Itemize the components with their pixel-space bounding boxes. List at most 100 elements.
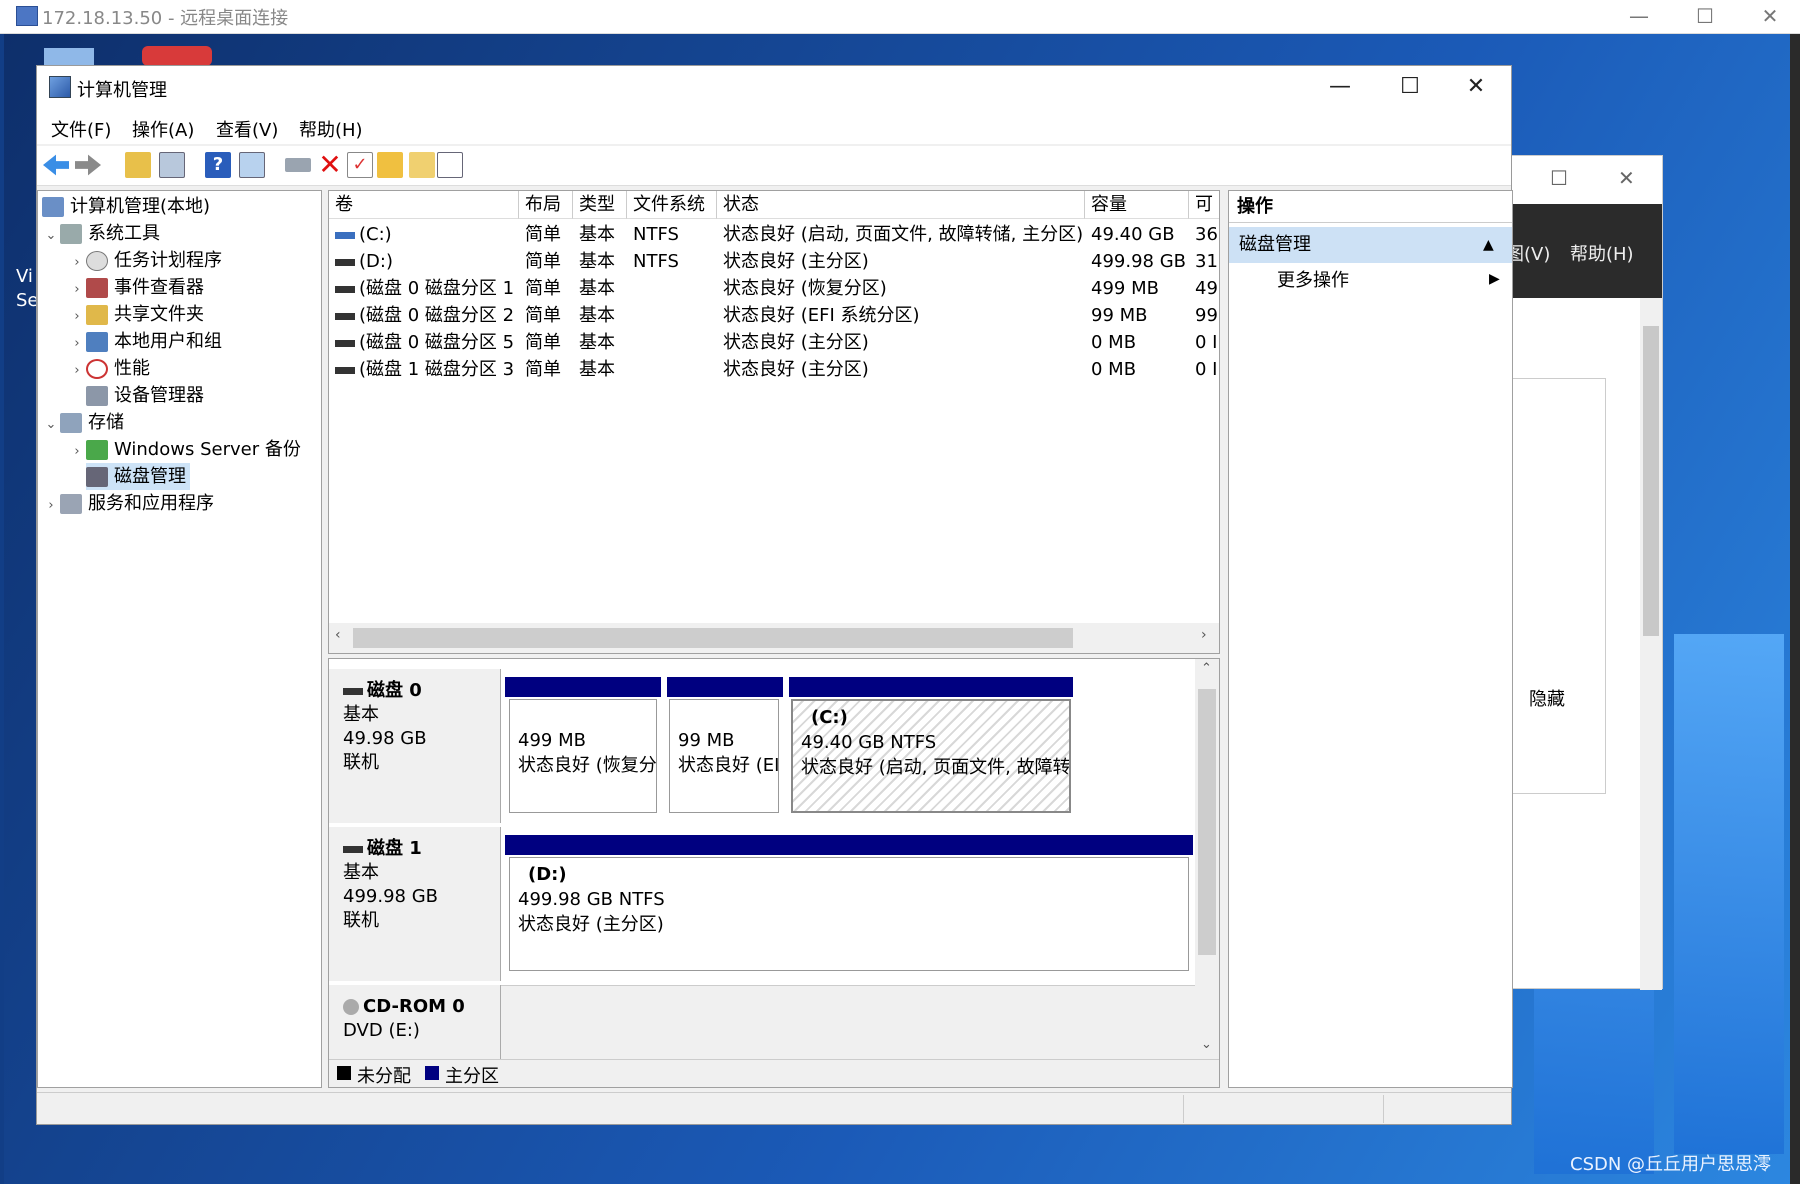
show-hide-tree-icon[interactable] (159, 152, 185, 178)
partition-label: (C:) (811, 707, 848, 728)
column-header-free[interactable]: 可 (1189, 191, 1219, 219)
column-header-status[interactable]: 状态 (717, 191, 1085, 219)
disk-1-label[interactable]: 磁盘 1 基本 499.98 GB 联机 (329, 827, 501, 981)
tree-event-viewer[interactable]: › 事件查看器 (42, 274, 312, 301)
tree-local-users[interactable]: › 本地用户和组 (42, 328, 312, 355)
bg-maximize-button[interactable]: ☐ (1550, 166, 1568, 190)
more-actions-item[interactable]: 更多操作 (1277, 263, 1349, 299)
search-folder-icon[interactable] (409, 152, 435, 178)
menu-file[interactable]: 文件(F) (51, 116, 111, 142)
tree-performance[interactable]: › 性能 (42, 355, 312, 382)
scroll-left-icon[interactable]: ‹ (335, 627, 341, 643)
tree-services-apps[interactable]: › 服务和应用程序 (42, 490, 312, 517)
menu-action[interactable]: 操作(A) (132, 116, 194, 142)
tree-disk-management[interactable]: 磁盘管理 (42, 463, 312, 490)
table-cell-layout: 简单 (525, 356, 575, 383)
tree-device-manager[interactable]: 设备管理器 (42, 382, 312, 409)
table-cell-layout: 简单 (525, 302, 575, 329)
tree-system-tools[interactable]: ⌄ 系统工具 (42, 220, 312, 247)
scrollbar-thumb[interactable] (353, 628, 1073, 648)
up-folder-icon[interactable] (125, 152, 151, 178)
bg-close-button[interactable]: ✕ (1618, 166, 1635, 190)
scroll-right-icon[interactable]: › (1201, 627, 1207, 643)
chevron-down-icon[interactable]: ⌄ (42, 411, 60, 438)
table-row[interactable]: (磁盘 0 磁盘分区 1) 简单 基本 状态良好 (恢复分区) 499 MB 49 (329, 275, 1219, 302)
column-header-layout[interactable]: 布局 (519, 191, 573, 219)
rdp-scrollbar[interactable] (1790, 34, 1800, 1184)
chevron-down-icon[interactable]: ⌄ (42, 222, 60, 249)
column-header-capacity[interactable]: 容量 (1085, 191, 1189, 219)
tree-root[interactable]: 计算机管理(本地) (42, 193, 312, 220)
column-header-volume[interactable]: 卷 (329, 191, 519, 219)
rdp-minimize-button[interactable]: — (1604, 0, 1674, 34)
table-row[interactable]: (磁盘 0 磁盘分区 2) 简单 基本 状态良好 (EFI 系统分区) 99 MB 99 (329, 302, 1219, 329)
help-icon[interactable]: ? (205, 152, 231, 178)
cdrom-area (501, 985, 1195, 1059)
table-row[interactable]: (D:) 简单 基本 NTFS 状态良好 (主分区) 499.98 GB 31 (329, 248, 1219, 275)
services-icon (60, 494, 82, 514)
background-window[interactable]: ☐ ✕ 图(V) 帮助(H) 隐藏 (1505, 155, 1663, 990)
tree-task-scheduler[interactable]: › 任务计划程序 (42, 247, 312, 274)
close-button[interactable]: ✕ (1441, 66, 1511, 108)
list-view-icon[interactable] (437, 152, 463, 178)
action-pane-icon[interactable] (239, 152, 265, 178)
table-cell-type: 基本 (579, 356, 629, 383)
actions-header: 操作 (1229, 191, 1512, 223)
partition-status: 状态良好 (主分区) (518, 914, 664, 935)
bg-menu-help[interactable]: 帮助(H) (1570, 240, 1634, 266)
vertical-scrollbar[interactable]: ⌃ ⌄ (1195, 659, 1219, 1059)
scroll-up-icon[interactable]: ⌃ (1201, 661, 1212, 676)
maximize-button[interactable]: ☐ (1375, 66, 1445, 108)
menu-view[interactable]: 查看(V) (216, 116, 278, 142)
table-row[interactable]: (C:) 简单 基本 NTFS 状态良好 (启动, 页面文件, 故障转储, 主分区) 49… (329, 221, 1219, 248)
scrollbar-thumb[interactable] (1198, 689, 1216, 955)
table-row[interactable]: (磁盘 0 磁盘分区 5) 简单 基本 状态良好 (主分区) 0 MB 0 I (329, 329, 1219, 356)
partition-efi[interactable]: 99 MB 状态良好 (EI (669, 699, 779, 813)
rdp-close-button[interactable]: ✕ (1740, 0, 1800, 34)
column-header-type[interactable]: 类型 (573, 191, 627, 219)
tree-windows-server-backup[interactable]: › Windows Server 备份 (42, 436, 312, 463)
tree-label: 共享文件夹 (114, 304, 204, 325)
partition-c[interactable]: (C:) 49.40 GB NTFS 状态良好 (启动, 页面文件, 故障转 (791, 699, 1071, 813)
drive-icon (335, 231, 355, 239)
column-header-filesystem[interactable]: 文件系统 (627, 191, 717, 219)
chevron-right-icon[interactable]: › (68, 330, 86, 357)
minimize-button[interactable]: — (1305, 66, 1375, 108)
folder-up-icon[interactable] (377, 152, 403, 178)
properties-icon[interactable]: ✓ (347, 152, 373, 178)
chevron-right-icon[interactable]: › (68, 438, 86, 465)
cell-text: 基本 (579, 359, 615, 380)
chevron-right-icon[interactable]: › (68, 303, 86, 330)
collapse-up-icon[interactable]: ▲ (1483, 227, 1494, 263)
horizontal-scrollbar[interactable]: ‹ › (329, 623, 1219, 653)
partition-bar (667, 677, 783, 697)
cdrom-label[interactable]: CD-ROM 0 DVD (E:) (329, 985, 501, 1059)
cell-text: 基本 (579, 224, 615, 245)
cell-text: 0 I (1195, 359, 1218, 380)
actions-group-disk-management[interactable]: 磁盘管理 ▲ (1229, 227, 1512, 263)
chevron-right-icon[interactable]: › (68, 276, 86, 303)
forward-icon[interactable] (75, 154, 101, 176)
connect-icon[interactable] (285, 158, 311, 172)
table-cell-fs: NTFS (633, 221, 713, 248)
menu-help[interactable]: 帮助(H) (299, 116, 363, 142)
chevron-right-icon[interactable]: › (42, 492, 60, 519)
disk-0-label[interactable]: 磁盘 0 基本 49.98 GB 联机 (329, 669, 501, 823)
table-row[interactable]: (磁盘 1 磁盘分区 3) 简单 基本 状态良好 (主分区) 0 MB 0 I (329, 356, 1219, 383)
partition-recovery[interactable]: 499 MB 状态良好 (恢复分 (509, 699, 657, 813)
chevron-right-icon[interactable]: › (68, 249, 86, 276)
chevron-right-icon[interactable]: › (68, 357, 86, 384)
back-icon[interactable] (43, 154, 69, 176)
tree-shared-folders[interactable]: › 共享文件夹 (42, 301, 312, 328)
delete-icon[interactable]: ✕ (317, 151, 343, 179)
tree-storage[interactable]: ⌄ 存储 (42, 409, 312, 436)
submenu-arrow-icon: ▶ (1489, 271, 1500, 287)
bg-hide-button[interactable]: 隐藏 (1529, 685, 1565, 711)
scroll-down-icon[interactable]: ⌄ (1201, 1037, 1212, 1052)
desktop-icon-label: Vi (16, 266, 33, 287)
desktop-icon[interactable] (44, 48, 94, 66)
desktop-icon[interactable] (142, 46, 212, 66)
rdp-maximize-button[interactable]: ☐ (1670, 0, 1740, 34)
partition-d[interactable]: (D:) 499.98 GB NTFS 状态良好 (主分区) (509, 857, 1189, 971)
bg-scrollbar-thumb[interactable] (1643, 326, 1659, 636)
